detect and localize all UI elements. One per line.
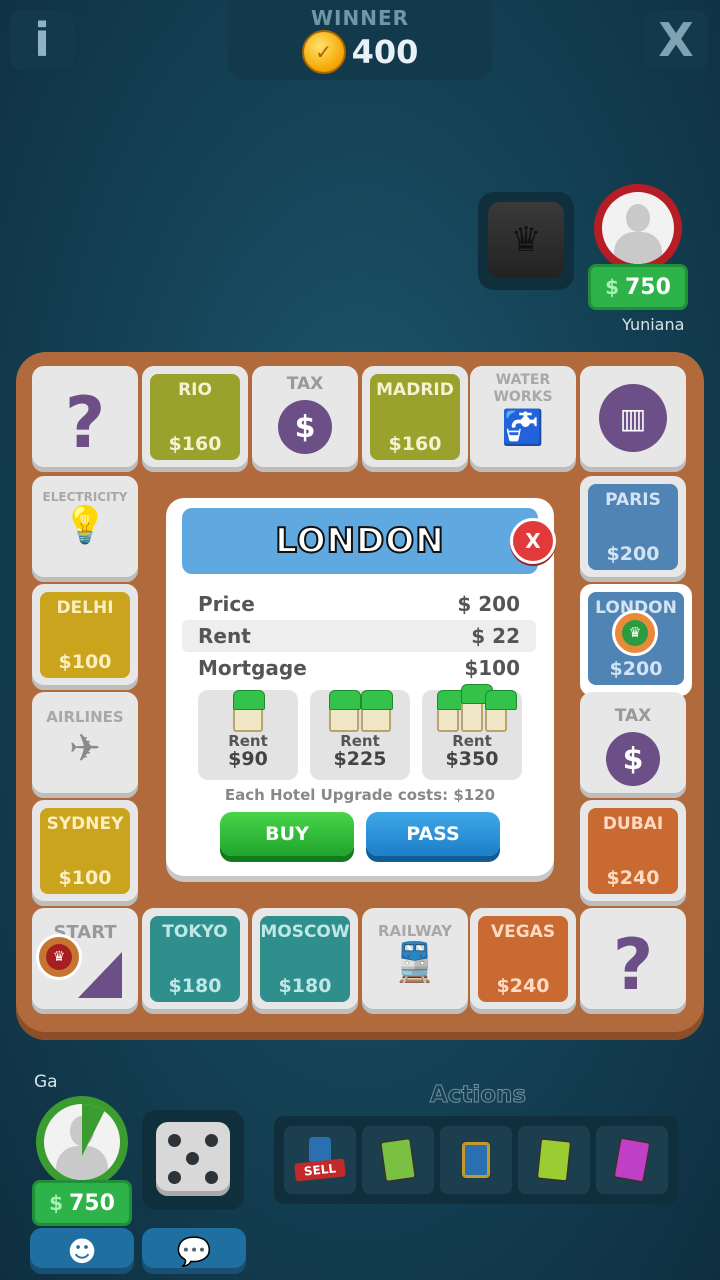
rent-one-house-card: Rent $90 bbox=[198, 690, 298, 780]
buy-button[interactable]: BUY bbox=[220, 812, 354, 856]
question-icon: ? bbox=[612, 924, 654, 1006]
opponent-avatar[interactable] bbox=[594, 184, 682, 272]
dice-button[interactable] bbox=[142, 1110, 244, 1210]
mortgage-row: Mortgage $100 bbox=[182, 652, 536, 684]
tile-railway[interactable]: RAILWAY 🚆 bbox=[362, 908, 468, 1014]
tile-tax-right[interactable]: TAX $ bbox=[580, 692, 686, 798]
winner-amount: 400 bbox=[351, 33, 419, 71]
dice-icon bbox=[156, 1122, 230, 1196]
property-popup: LONDON X Price $ 200 Rent $ 22 Mortgage … bbox=[166, 498, 556, 876]
price-value: $ 200 bbox=[457, 592, 520, 616]
crown-icon: ♛ bbox=[46, 944, 72, 970]
price-row: Price $ 200 bbox=[182, 588, 536, 620]
tile-sydney[interactable]: SYDNEY $100 bbox=[32, 800, 138, 906]
opponent-name: Yuniana bbox=[622, 315, 685, 334]
crown-icon: ♛ bbox=[622, 620, 648, 646]
sell-icon: SELL bbox=[294, 1135, 346, 1185]
rent-value: $ 22 bbox=[471, 624, 520, 648]
actions-panel: SELL bbox=[274, 1116, 678, 1204]
pass-button[interactable]: PASS bbox=[366, 812, 500, 856]
house-icon bbox=[198, 690, 298, 732]
chat-button[interactable]: 💬 bbox=[142, 1228, 246, 1274]
coin-icon: ✓ bbox=[301, 30, 346, 74]
train-icon: 🚆 bbox=[391, 940, 439, 984]
info-icon: i bbox=[34, 13, 50, 67]
rent-row: Rent $ 22 bbox=[182, 620, 536, 652]
emoji-button[interactable]: ☻ bbox=[30, 1228, 134, 1274]
bulb-icon: 💡 bbox=[62, 505, 108, 547]
dollar-icon: $ bbox=[605, 275, 619, 299]
tile-rio[interactable]: RIO $160 bbox=[142, 366, 248, 472]
tile-chance-top[interactable]: ? bbox=[32, 366, 138, 472]
plane-icon: ✈ bbox=[69, 726, 101, 770]
jail-icon: ▥ bbox=[599, 384, 667, 452]
popup-close-button[interactable]: X bbox=[510, 518, 556, 564]
tile-vegas[interactable]: VEGAS $240 bbox=[470, 908, 576, 1014]
upgrade-cost-note: Each Hotel Upgrade costs: $120 bbox=[224, 786, 496, 804]
player-token-red: ♛ bbox=[36, 934, 82, 980]
rent-label: Rent bbox=[198, 624, 251, 648]
info-button[interactable]: i bbox=[10, 10, 74, 70]
tile-jail[interactable]: ▥ bbox=[580, 366, 686, 472]
mortgage-value: $100 bbox=[464, 656, 520, 680]
price-label: Price bbox=[198, 592, 255, 616]
sell-action-button[interactable]: SELL bbox=[284, 1126, 356, 1194]
tile-delhi[interactable]: DELHI $100 bbox=[32, 584, 138, 690]
smiley-icon: ☻ bbox=[67, 1234, 97, 1268]
opponent-crown-slot: ♛ bbox=[478, 192, 574, 290]
winner-panel: WINNER ✓ 400 bbox=[228, 0, 492, 80]
mortgage-card-icon bbox=[379, 1136, 417, 1184]
tile-chance-bottom[interactable]: ? bbox=[580, 908, 686, 1014]
question-icon: ? bbox=[64, 382, 106, 464]
unmortgage-card-icon bbox=[535, 1137, 573, 1183]
tile-tokyo[interactable]: TOKYO $180 bbox=[142, 908, 248, 1014]
two-houses-icon bbox=[310, 690, 410, 732]
hotel-icon bbox=[422, 684, 522, 732]
close-icon: X bbox=[525, 529, 541, 553]
tile-dubai[interactable]: DUBAI $240 bbox=[580, 800, 686, 906]
faucet-icon: 🚰 bbox=[501, 407, 545, 448]
build-icon bbox=[462, 1142, 490, 1178]
player-token-green: ♛ bbox=[612, 610, 658, 656]
tile-madrid[interactable]: MADRID $160 bbox=[362, 366, 468, 472]
tile-electricity[interactable]: ELECTRICITY 💡 bbox=[32, 476, 138, 582]
turn-timer bbox=[82, 1104, 108, 1156]
rent-two-houses-card: Rent $225 bbox=[310, 690, 410, 780]
tile-water-works[interactable]: WATER WORKS 🚰 bbox=[470, 366, 576, 472]
rent-hotel-card: Rent $350 bbox=[422, 684, 522, 780]
start-arrow-icon bbox=[78, 952, 122, 998]
dollar-icon: $ bbox=[278, 400, 332, 455]
actions-title: Actions bbox=[429, 1082, 527, 1109]
tile-paris[interactable]: PARIS $200 bbox=[580, 476, 686, 582]
player-avatar[interactable] bbox=[36, 1096, 128, 1188]
unmortgage-action-button[interactable] bbox=[518, 1126, 590, 1194]
player-name: Ga bbox=[34, 1072, 58, 1092]
player-money: $750 bbox=[32, 1180, 132, 1226]
tile-airlines[interactable]: AIRLINES ✈ bbox=[32, 692, 138, 798]
trade-card-icon bbox=[612, 1136, 652, 1184]
popup-header: LONDON bbox=[182, 508, 538, 574]
mortgage-action-button[interactable] bbox=[362, 1126, 434, 1194]
dollar-icon: $ bbox=[49, 1191, 63, 1215]
trade-action-button[interactable] bbox=[596, 1126, 668, 1194]
winner-label: WINNER bbox=[310, 6, 410, 30]
dollar-icon: $ bbox=[606, 732, 660, 787]
opponent-money: $750 bbox=[588, 264, 688, 310]
chat-bubble-icon: 💬 bbox=[176, 1234, 212, 1268]
tile-moscow[interactable]: MOSCOW $180 bbox=[252, 908, 358, 1014]
mortgage-label: Mortgage bbox=[198, 656, 307, 680]
exit-button[interactable]: X bbox=[644, 10, 708, 70]
build-action-button[interactable] bbox=[440, 1126, 512, 1194]
close-icon: X bbox=[658, 13, 694, 67]
tile-tax-top[interactable]: TAX $ bbox=[252, 366, 358, 472]
crown-icon: ♛ bbox=[488, 202, 564, 278]
popup-title: LONDON bbox=[274, 520, 445, 562]
